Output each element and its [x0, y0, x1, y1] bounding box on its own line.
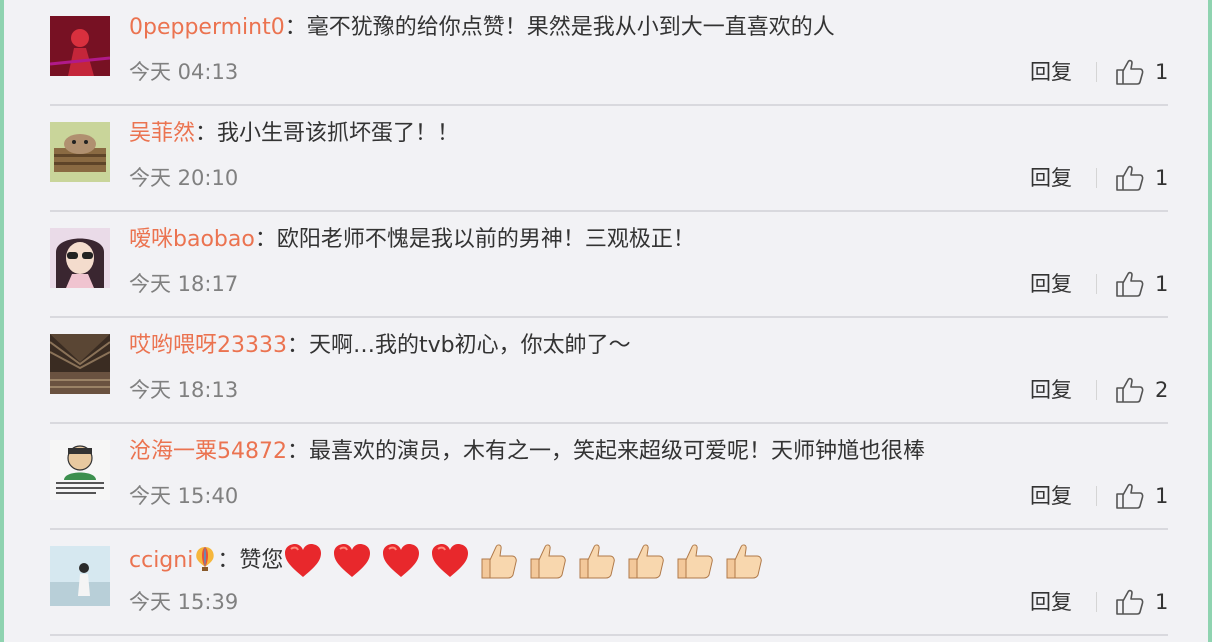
comment-item: 沧海一粟54872：最喜欢的演员，木有之一，笑起来超级可爱呢！天师钟馗也很棒 今…: [4, 424, 1208, 530]
thumbs-up-emoji: [530, 544, 567, 579]
thumbs-up-emoji: [481, 544, 518, 579]
avatar[interactable]: [50, 228, 110, 288]
separator: [1096, 592, 1097, 612]
thumbs-up-emoji: [726, 544, 763, 579]
thumbs-up-icon[interactable]: [1115, 588, 1145, 616]
thumbs-up-emoji: [628, 544, 665, 579]
timestamp: 今天 15:40: [129, 484, 239, 508]
timestamp: 今天 20:10: [129, 166, 239, 190]
username-link[interactable]: 沧海一粟54872: [129, 439, 287, 464]
thumbs-up-emoji: [677, 544, 714, 579]
like-count: 2: [1155, 378, 1169, 402]
avatar[interactable]: [50, 122, 110, 182]
separator: [1096, 380, 1097, 400]
comment-text: 最喜欢的演员，木有之一，笑起来超级可爱呢！天师钟馗也很棒: [309, 439, 926, 464]
like-count: 1: [1155, 60, 1169, 84]
reply-button[interactable]: 回复: [1030, 56, 1072, 88]
comment-item: ccigni ：赞您 今天 15:39 回复 1: [4, 530, 1208, 636]
timestamp: 今天 18:17: [129, 272, 239, 296]
thumbs-up-icon[interactable]: [1115, 482, 1145, 510]
heart-icon: [383, 544, 420, 577]
avatar-image: [50, 334, 110, 394]
colon: ：: [217, 548, 240, 573]
avatar-image: [50, 16, 110, 76]
comment-item: 嗳咪baobao：欧阳老师不愧是我以前的男神！三观极正！ 今天 18:17 回复…: [4, 212, 1208, 318]
emoji-row: [283, 542, 766, 580]
comment-item: 吴菲然：我小生哥该抓坏蛋了！！ 今天 20:10 回复 1: [4, 106, 1208, 212]
reply-button[interactable]: 回复: [1030, 480, 1072, 512]
separator: [1096, 168, 1097, 188]
comment-line: 吴菲然：我小生哥该抓坏蛋了！！: [129, 118, 459, 150]
colon: ：: [284, 15, 307, 40]
like-count: 1: [1155, 484, 1169, 508]
timestamp: 今天 04:13: [129, 60, 239, 84]
comment-list: 0peppermint0：毫不犹豫的给你点赞！果然是我从小到大一直喜欢的人 今天…: [4, 0, 1208, 642]
balloon-icon: [196, 547, 215, 571]
avatar-image: [50, 122, 110, 182]
timestamp: 今天 18:13: [129, 378, 239, 402]
comment-text: 毫不犹豫的给你点赞！果然是我从小到大一直喜欢的人: [306, 15, 835, 40]
reply-button[interactable]: 回复: [1030, 586, 1072, 618]
comment-line: 哎哟喂呀23333：天啊…我的tvb初心，你太帥了～: [129, 330, 631, 362]
avatar[interactable]: [50, 334, 110, 394]
avatar-image: [50, 228, 110, 288]
comment-line: 嗳咪baobao：欧阳老师不愧是我以前的男神！三观极正！: [129, 224, 695, 256]
username-link[interactable]: 哎哟喂呀23333: [129, 333, 287, 358]
like-count: 1: [1155, 272, 1169, 296]
thumbs-up-icon[interactable]: [1115, 58, 1145, 86]
avatar-image: [50, 546, 110, 606]
divider: [50, 634, 1168, 636]
reply-button[interactable]: 回复: [1030, 162, 1072, 194]
timestamp: 今天 15:39: [129, 590, 239, 614]
username-link[interactable]: 吴菲然: [129, 121, 195, 146]
reply-button[interactable]: 回复: [1030, 268, 1072, 300]
comment-item: 0peppermint0：毫不犹豫的给你点赞！果然是我从小到大一直喜欢的人 今天…: [4, 0, 1208, 106]
thumbs-up-icon[interactable]: [1115, 164, 1145, 192]
heart-icon: [432, 544, 469, 577]
comment-line: 0peppermint0：毫不犹豫的给你点赞！果然是我从小到大一直喜欢的人: [129, 12, 835, 44]
reply-button[interactable]: 回复: [1030, 374, 1072, 406]
heart-icon: [285, 544, 322, 577]
separator: [1096, 62, 1097, 82]
username-link[interactable]: 0peppermint0: [129, 15, 285, 40]
thumbs-up-icon[interactable]: [1115, 270, 1145, 298]
colon: ：: [287, 439, 310, 464]
comment-text: 天啊…我的tvb初心，你太帥了～: [309, 333, 631, 358]
separator: [1096, 486, 1097, 506]
like-count: 1: [1155, 590, 1169, 614]
thumbs-up-emoji: [579, 544, 616, 579]
avatar-image: [50, 440, 110, 500]
username-link[interactable]: 嗳咪baobao: [129, 227, 255, 252]
colon: ：: [287, 333, 310, 358]
heart-icon: [334, 544, 371, 577]
comment-line: 沧海一粟54872：最喜欢的演员，木有之一，笑起来超级可爱呢！天师钟馗也很棒: [129, 436, 925, 468]
comment-item: 哎哟喂呀23333：天啊…我的tvb初心，你太帥了～ 今天 18:13 回复 2: [4, 318, 1208, 424]
avatar[interactable]: [50, 440, 110, 500]
colon: ：: [195, 121, 218, 146]
colon: ：: [254, 227, 277, 252]
like-count: 1: [1155, 166, 1169, 190]
comment-line: ccigni ：赞您: [129, 542, 766, 580]
username-link[interactable]: ccigni: [129, 548, 193, 573]
comment-text: 欧阳老师不愧是我以前的男神！三观极正！: [276, 227, 695, 252]
comment-text: 赞您: [239, 548, 284, 573]
separator: [1096, 274, 1097, 294]
thumbs-up-icon[interactable]: [1115, 376, 1145, 404]
avatar[interactable]: [50, 546, 110, 606]
comment-text: 我小生哥该抓坏蛋了！！: [217, 121, 460, 146]
avatar[interactable]: [50, 16, 110, 76]
